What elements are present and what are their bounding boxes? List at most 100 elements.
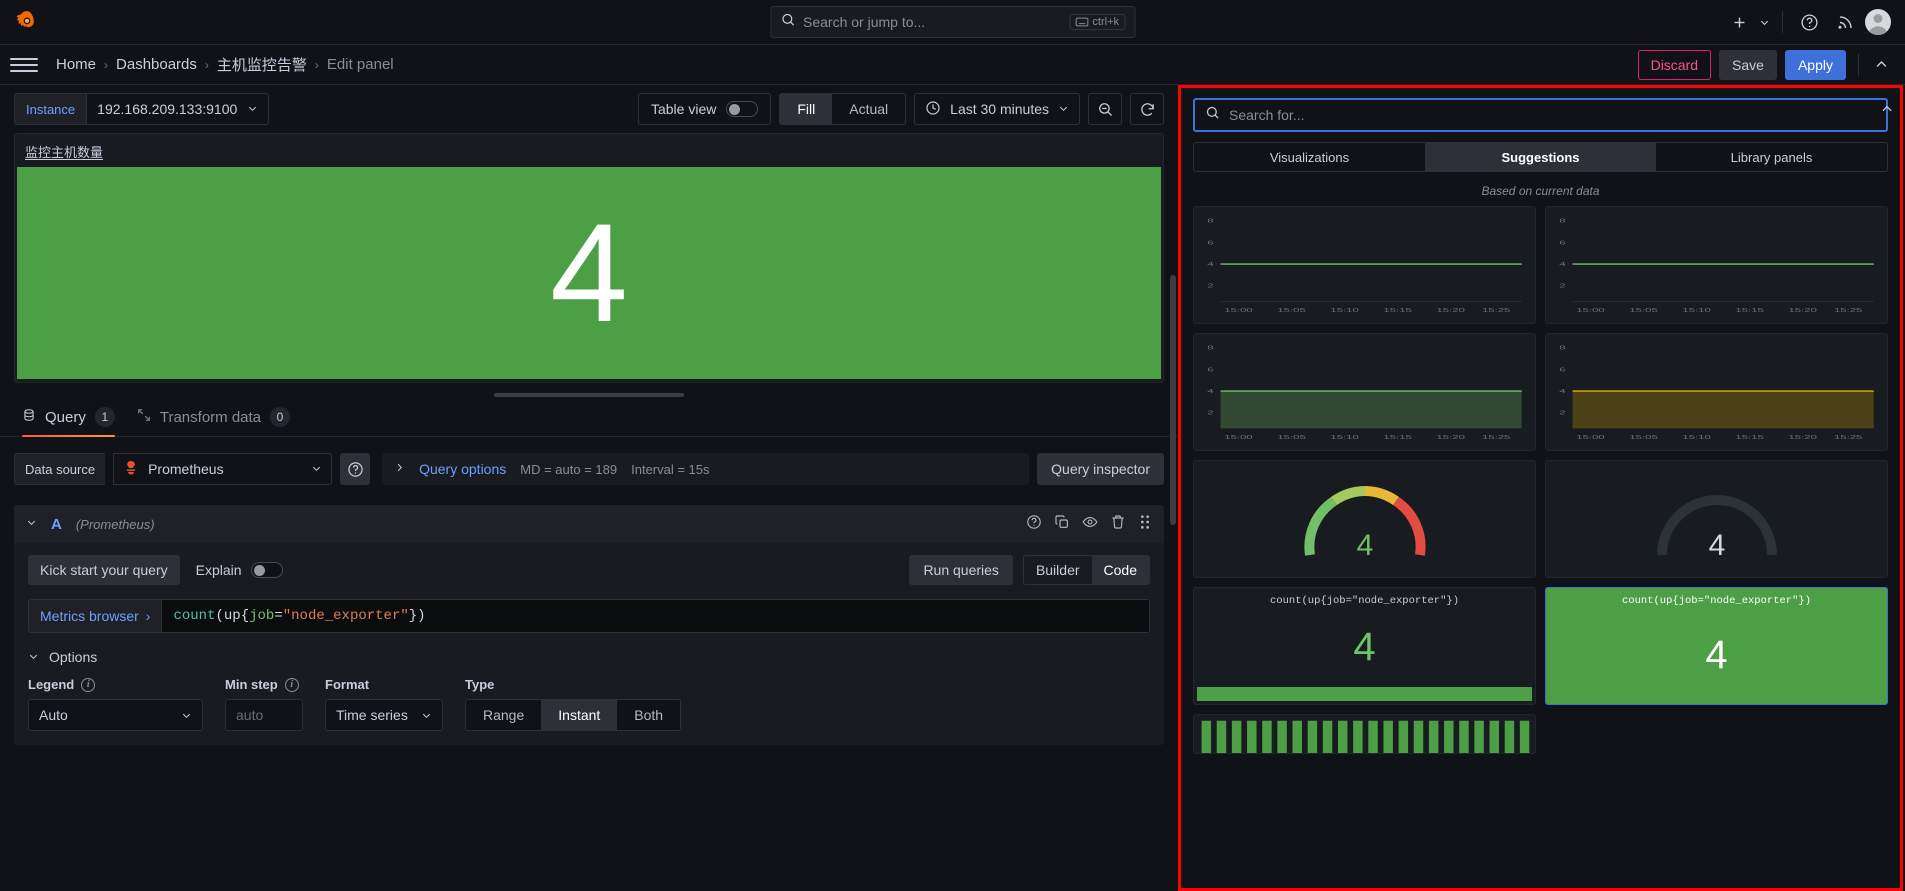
explain-toggle-group[interactable]: Explain [196, 562, 283, 578]
hamburger-menu-icon[interactable] [10, 51, 38, 79]
global-search-wrapper: Search or jump to... ctrl+k [770, 6, 1135, 38]
breadcrumb-item-home[interactable]: Home [56, 56, 96, 73]
tab-suggestions[interactable]: Suggestions [1425, 143, 1656, 171]
suggestion-timeseries-area-yellow[interactable]: 8 6 4 2 15:00 15:05 15:10 15:15 15:20 15… [1545, 333, 1888, 451]
format-select[interactable]: Time series [325, 699, 443, 731]
zoom-out-icon[interactable] [1088, 93, 1122, 125]
top-navigation-bar: Search or jump to... ctrl+k [0, 0, 1905, 45]
expr-token-open-paren: ( [215, 608, 224, 624]
query-help-icon[interactable] [1026, 514, 1042, 535]
code-mode-option[interactable]: Code [1091, 556, 1149, 584]
tab-library-panels[interactable]: Library panels [1656, 143, 1887, 171]
grafana-logo-icon[interactable] [12, 7, 42, 37]
explain-label: Explain [195, 562, 242, 578]
datasource-row: Data source Prometheus Query options MD … [14, 453, 1164, 485]
info-icon[interactable]: i [284, 677, 299, 692]
run-queries-button[interactable]: Run queries [909, 555, 1013, 585]
query-options-link[interactable]: Query options [419, 461, 506, 477]
chevron-down-icon[interactable] [1756, 6, 1772, 38]
instance-variable-select[interactable]: 192.168.209.133:9100 [86, 93, 270, 125]
tab-query[interactable]: Query 1 [22, 407, 115, 437]
explain-toggle[interactable] [250, 562, 283, 578]
type-radio-group: Range Instant Both [465, 699, 682, 731]
search-icon [1205, 105, 1220, 125]
chevron-right-icon[interactable] [394, 460, 405, 478]
suggestion-timeseries-line-2[interactable]: 8 6 4 2 15:00 15:05 15:10 15:15 15:20 15… [1545, 206, 1888, 324]
rss-icon[interactable] [1829, 6, 1861, 38]
fill-option[interactable]: Fill [780, 94, 833, 124]
table-view-toggle[interactable] [726, 101, 759, 117]
kick-start-query-button[interactable]: Kick start your query [28, 555, 180, 585]
save-button[interactable]: Save [1719, 49, 1777, 80]
breadcrumb-item-dashboard-name[interactable]: 主机监控告警 [217, 54, 307, 75]
tab-visualizations[interactable]: Visualizations [1194, 143, 1425, 171]
sparkline-chart: 8 6 4 2 15:00 15:05 15:10 15:15 15:20 15… [1559, 218, 1874, 313]
chevron-down-icon [247, 101, 258, 117]
plus-icon[interactable] [1723, 6, 1755, 38]
toggle-visibility-icon[interactable] [1082, 514, 1098, 535]
fill-actual-radio-group: Fill Actual [779, 93, 907, 125]
datasource-picker[interactable]: Prometheus [113, 453, 333, 485]
min-step-input[interactable]: auto [225, 699, 303, 731]
type-option-both[interactable]: Both [617, 700, 680, 730]
drag-query-icon[interactable] [1138, 514, 1152, 535]
tab-transform-data[interactable]: Transform data 0 [137, 407, 291, 436]
help-circle-icon[interactable] [1793, 6, 1825, 38]
datasource-help-icon[interactable] [340, 453, 371, 485]
suggestion-gauge-plain[interactable]: 4 [1545, 460, 1888, 578]
tab-transform-badge: 0 [270, 407, 291, 427]
create-new-menu[interactable] [1723, 6, 1772, 38]
suggestion-stat-green-background[interactable]: count(up{job="node_exporter"}) 4 [1545, 587, 1888, 705]
breadcrumb-separator: › [204, 57, 209, 72]
suggestion-stat-with-sparkline[interactable]: count(up{job="node_exporter"}) 4 [1193, 587, 1536, 705]
legend-field-label: Legend i [28, 677, 203, 692]
left-pane-scrollbar[interactable] [1170, 275, 1176, 525]
tab-transform-label: Transform data [159, 408, 262, 426]
query-ref-id[interactable]: A [51, 516, 62, 533]
suggestion-timeseries-line-1[interactable]: 8 6 4 2 15:00 15:05 15:10 15:15 15:20 15… [1193, 206, 1536, 324]
suggestion-timeseries-area-green[interactable]: 8 6 4 2 15:00 15:05 15:10 15:15 15:20 15… [1193, 333, 1536, 451]
svg-text:4: 4 [1207, 388, 1213, 395]
query-inspector-button[interactable]: Query inspector [1037, 453, 1164, 485]
duplicate-query-icon[interactable] [1054, 514, 1070, 535]
stat-visual: count(up{job="node_exporter"}) 4 [1194, 588, 1535, 704]
query-expression-input[interactable]: count(up{job = "node_exporter"}) [161, 599, 1150, 633]
info-icon[interactable]: i [81, 677, 96, 692]
format-field-label: Format [325, 677, 443, 692]
chevron-down-icon [311, 461, 322, 477]
breadcrumb-item-dashboards[interactable]: Dashboards [116, 56, 197, 73]
user-avatar-icon[interactable] [1865, 9, 1891, 35]
panel-editor-toolbar: Instance 192.168.209.133:9100 Table view… [0, 85, 1178, 133]
expr-token-metric: up [223, 608, 241, 624]
suggestions-tabs: Visualizations Suggestions Library panel… [1193, 142, 1888, 172]
discard-button[interactable]: Discard [1637, 49, 1712, 80]
stat-visual: count(up{job="node_exporter"}) 4 [1546, 588, 1887, 704]
builder-mode-option[interactable]: Builder [1024, 556, 1092, 584]
svg-text:8: 8 [1559, 218, 1565, 225]
refresh-icon[interactable] [1130, 93, 1164, 125]
type-option-instant[interactable]: Instant [541, 700, 618, 730]
panel-title[interactable]: 监控主机数量 [15, 134, 1163, 167]
suggestions-collapse-icon[interactable] [1880, 102, 1894, 121]
remove-query-icon[interactable] [1110, 514, 1126, 535]
stat-value: 4 [1353, 624, 1376, 669]
global-search-bar[interactable]: Search or jump to... ctrl+k [770, 6, 1135, 38]
svg-text:15:15: 15:15 [1383, 307, 1411, 314]
time-range-picker[interactable]: Last 30 minutes [914, 93, 1080, 125]
breadcrumb-item-edit-panel[interactable]: Edit panel [327, 56, 394, 73]
chevron-down-icon[interactable] [26, 515, 37, 533]
transform-icon [137, 408, 151, 426]
metrics-browser-button[interactable]: Metrics browser › [28, 599, 162, 633]
apply-button[interactable]: Apply [1784, 49, 1846, 80]
suggestion-gauge-colored[interactable]: 4 [1193, 460, 1536, 578]
svg-text:15:10: 15:10 [1330, 434, 1358, 441]
type-option-range[interactable]: Range [466, 700, 541, 730]
actual-option[interactable]: Actual [832, 94, 905, 124]
table-view-toggle-group[interactable]: Table view [637, 93, 772, 125]
suggestions-search-input[interactable]: Search for... [1193, 98, 1888, 132]
legend-select[interactable]: Auto [28, 699, 203, 731]
suggestion-bar-chart-green[interactable] [1193, 714, 1536, 754]
stat-panel-body[interactable]: 4 [17, 167, 1161, 379]
options-collapse-header[interactable]: Options [28, 649, 1150, 665]
chevron-up-icon[interactable] [1867, 51, 1895, 79]
